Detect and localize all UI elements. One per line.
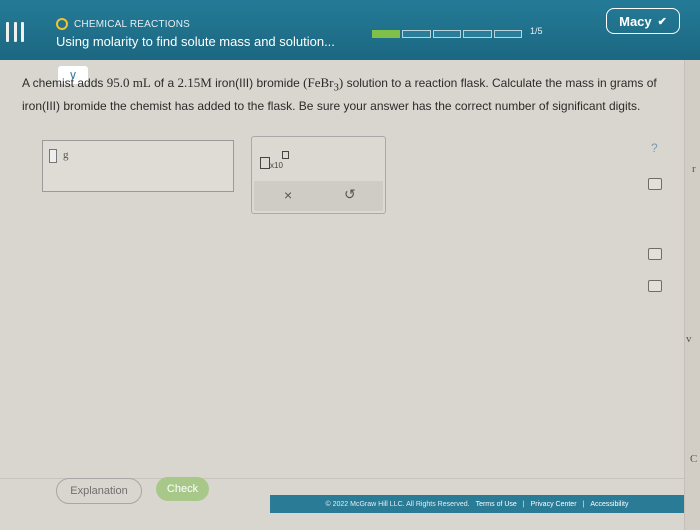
footer-separator: | — [522, 500, 525, 508]
sci-label: x10 — [270, 161, 283, 170]
question-formula: (FeBr3) — [303, 75, 343, 94]
help-icon[interactable]: ? — [651, 141, 658, 155]
accessibility-link[interactable]: Accessibility — [590, 501, 628, 508]
user-name: Macy — [619, 13, 652, 29]
answer-unit: g — [63, 149, 69, 161]
progress-segment — [402, 30, 431, 38]
footer-separator: | — [582, 500, 585, 508]
topic-row: CHEMICAL REACTIONS — [56, 18, 190, 30]
question-text: A chemist adds 95.0 mL of a 2.15M iron(I… — [22, 74, 690, 115]
header-bar: CHEMICAL REACTIONS Using molarity to fin… — [0, 0, 700, 60]
explanation-button[interactable]: Explanation — [56, 478, 142, 504]
progress-segment — [463, 30, 492, 38]
question-text-part: A chemist adds — [22, 76, 107, 90]
reference-icon[interactable] — [648, 280, 662, 292]
chevron-down-icon: ✔ — [657, 15, 667, 28]
menu-icon[interactable] — [6, 22, 24, 42]
math-tool-panel: x10 × ↺ — [251, 136, 386, 214]
progress-label: 1/5 — [530, 26, 543, 36]
privacy-link[interactable]: Privacy Center — [531, 501, 577, 508]
answer-input[interactable] — [49, 149, 57, 163]
user-menu-button[interactable]: Macy ✔ — [606, 8, 680, 34]
question-concentration: 2.15M — [177, 75, 212, 90]
page-title: Using molarity to find solute mass and s… — [56, 34, 335, 49]
progress-bar — [372, 30, 523, 38]
scientific-notation-button[interactable]: x10 — [260, 149, 292, 173]
copyright-text: © 2022 McGraw Hill LLC. All Rights Reser… — [325, 500, 470, 508]
topic-label: CHEMICAL REACTIONS — [74, 18, 191, 30]
edge-letter: C — [690, 453, 698, 465]
question-text-part: iron(III) bromide — [211, 76, 304, 90]
data-table-icon[interactable] — [648, 248, 662, 260]
box-icon — [260, 157, 270, 169]
edge-letter: v — [686, 333, 692, 345]
undo-button[interactable]: ↺ — [344, 186, 356, 203]
clear-button[interactable]: × — [284, 187, 292, 203]
progress-segment — [372, 30, 401, 38]
terms-link[interactable]: Terms of Use — [476, 501, 517, 508]
box-icon — [282, 151, 289, 159]
footer-bar: © 2022 McGraw Hill LLC. All Rights Reser… — [270, 495, 684, 513]
answer-area: g — [42, 140, 234, 192]
question-text-part: of a — [150, 76, 178, 90]
calculator-icon[interactable] — [648, 178, 662, 190]
formula-main: (FeBr — [303, 75, 334, 90]
progress-segment — [432, 30, 462, 38]
tool-action-bar: × ↺ — [254, 181, 383, 211]
edge-letter: r — [692, 163, 696, 175]
topic-status-icon — [56, 18, 68, 30]
progress-segment — [493, 30, 523, 38]
question-volume: 95.0 mL — [106, 75, 151, 90]
check-button[interactable]: Check — [156, 477, 209, 501]
